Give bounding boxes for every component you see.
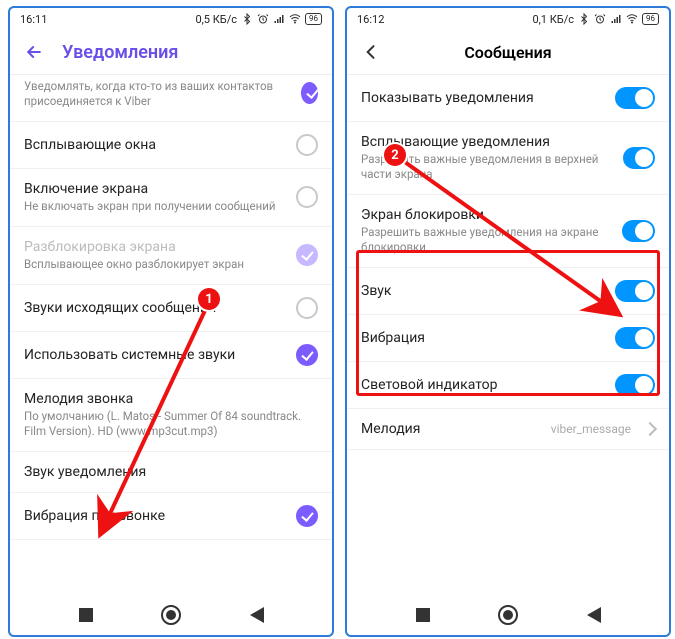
setting-lockscreen-notifications[interactable]: Экран блокировки Разрешить важные уведом… (347, 195, 669, 268)
setting-title: Мелодия звонка (24, 391, 318, 407)
setting-title: Звуки исходящих сообщений (24, 300, 286, 316)
setting-melody[interactable]: Мелодия viber_message (347, 409, 669, 450)
chevron-right-icon (643, 422, 657, 436)
setting-notification-sound[interactable]: Звук уведомления (10, 452, 332, 493)
toggle-switch[interactable] (622, 220, 655, 242)
alarm-icon (257, 13, 269, 25)
setting-sound[interactable]: Звук (347, 268, 669, 315)
toggle-switch[interactable] (623, 147, 655, 169)
setting-sub: Уведомлять, когда кто-то из ваших контак… (24, 79, 291, 109)
checkbox-icon[interactable] (301, 82, 318, 104)
back-chevron-icon[interactable] (361, 42, 381, 62)
page-title: Сообщения (464, 43, 551, 62)
toggle-switch[interactable] (615, 87, 655, 109)
checkbox-icon[interactable] (296, 134, 318, 156)
setting-floating-notifications[interactable]: Всплывающие уведомления Разрешить важные… (347, 122, 669, 195)
status-bar: 16:11 0,5 КБ/с 96 (10, 8, 332, 30)
setting-ringtone[interactable]: Мелодия звонка По умолчанию (L. Matos - … (10, 379, 332, 452)
setting-show-notifications[interactable]: Показывать уведомления (347, 75, 669, 122)
checkbox-icon[interactable] (296, 505, 318, 527)
battery-percent: 96 (642, 13, 659, 25)
status-net: 0,5 КБ/с (195, 13, 237, 26)
wifi-icon (626, 13, 638, 25)
toggle-switch[interactable] (615, 280, 655, 302)
setting-popup-windows[interactable]: Всплывающие окна (10, 122, 332, 169)
battery-percent: 96 (305, 13, 322, 25)
toggle-switch[interactable] (615, 327, 655, 349)
setting-title: Использовать системные звуки (24, 347, 286, 363)
setting-sub: По умолчанию (L. Matos - Summer Of 84 so… (24, 409, 318, 439)
nav-recent-icon[interactable] (79, 608, 93, 622)
toggle-switch[interactable] (615, 374, 655, 396)
nav-back-icon[interactable] (250, 607, 264, 623)
status-net: 0,1 КБ/с (532, 13, 574, 26)
setting-sub: Разрешить важные уведомления на экране б… (361, 225, 612, 255)
setting-title: Звук (361, 283, 605, 299)
setting-contact-joined[interactable]: Уведомлять, когда кто-то из ваших контак… (10, 75, 332, 122)
status-bar: 16:12 0,1 КБ/с 96 (347, 8, 669, 30)
back-arrow-icon[interactable] (24, 42, 44, 62)
phone-system-messages: 16:12 0,1 КБ/с 96 Сообщения Показывать у… (345, 6, 671, 637)
signal-icon (273, 13, 285, 25)
setting-title: Вибрация (361, 330, 605, 346)
checkbox-icon[interactable] (296, 186, 318, 208)
header: Уведомления (10, 30, 332, 75)
bluetooth-icon (578, 13, 590, 25)
setting-title: Всплывающие окна (24, 137, 286, 153)
settings-list: Уведомлять, когда кто-то из ваших контак… (10, 75, 332, 595)
setting-value: viber_message (551, 422, 631, 436)
setting-title: Вибрация при звонке (24, 508, 286, 524)
alarm-icon (594, 13, 606, 25)
setting-title: Разблокировка экрана (24, 239, 286, 255)
nav-back-icon[interactable] (587, 607, 601, 623)
setting-led[interactable]: Световой индикатор (347, 362, 669, 409)
signal-icon (610, 13, 622, 25)
setting-title: Всплывающие уведомления (361, 134, 613, 150)
settings-list: Показывать уведомления Всплывающие уведо… (347, 75, 669, 595)
setting-title: Звук уведомления (24, 464, 318, 480)
page-title: Уведомления (62, 42, 178, 63)
bluetooth-icon (241, 13, 253, 25)
wifi-icon (289, 13, 301, 25)
status-time: 16:11 (20, 13, 47, 26)
setting-vibration[interactable]: Вибрация (347, 315, 669, 362)
setting-title: Световой индикатор (361, 377, 605, 393)
setting-title: Экран блокировки (361, 207, 612, 223)
setting-vibrate-on-call[interactable]: Вибрация при звонке (10, 493, 332, 540)
setting-sub: Не включать экран при получении сообщени… (24, 199, 286, 214)
setting-screen-on[interactable]: Включение экрана Не включать экран при п… (10, 169, 332, 227)
checkbox-icon[interactable] (296, 297, 318, 319)
nav-bar (347, 595, 669, 635)
header: Сообщения (347, 30, 669, 75)
setting-sub: Разрешить важные уведомления в верхней ч… (361, 152, 613, 182)
setting-use-system-sounds[interactable]: Использовать системные звуки (10, 332, 332, 379)
setting-title: Включение экрана (24, 181, 286, 197)
nav-home-icon[interactable] (498, 605, 518, 625)
nav-recent-icon[interactable] (416, 608, 430, 622)
phone-viber-notifications: 16:11 0,5 КБ/с 96 Уведомления Уведомлять… (8, 6, 334, 637)
setting-sub: Всплывающее окно разблокирует экран (24, 257, 286, 272)
nav-home-icon[interactable] (161, 605, 181, 625)
checkbox-icon (296, 244, 318, 266)
status-time: 16:12 (357, 13, 384, 26)
setting-outgoing-sounds[interactable]: Звуки исходящих сообщений (10, 285, 332, 332)
setting-title: Мелодия (361, 421, 541, 437)
setting-title: Показывать уведомления (361, 90, 605, 106)
checkbox-icon[interactable] (296, 344, 318, 366)
setting-screen-unlock: Разблокировка экрана Всплывающее окно ра… (10, 227, 332, 285)
nav-bar (10, 595, 332, 635)
